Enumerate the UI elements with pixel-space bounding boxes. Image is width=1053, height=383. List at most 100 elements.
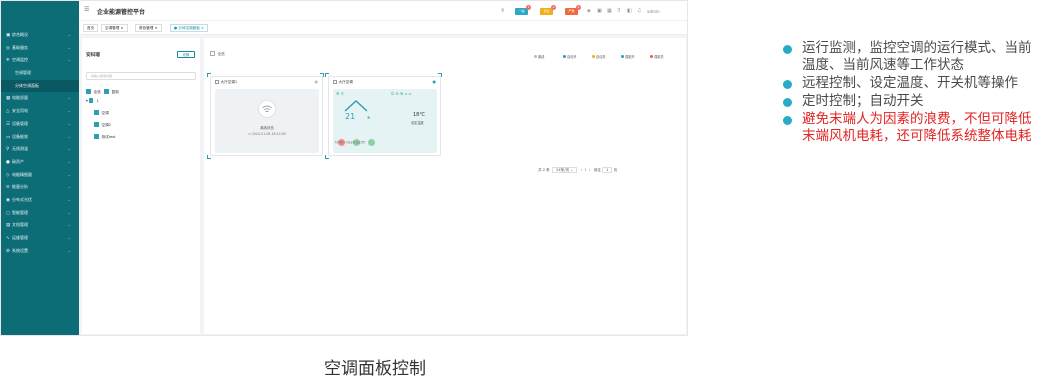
offline-status-text: 离线状态 [260, 126, 274, 130]
note-text: 定时控制；自动开关 [802, 93, 924, 109]
legend-item: 自动开 [563, 54, 577, 59]
chevron-down-icon: ⌄ [67, 108, 71, 114]
alarm-badge-critical[interactable]: 严重 0 [565, 5, 581, 15]
sidebar-item-label: 安全用电 [12, 108, 28, 114]
eye-icon[interactable]: ◈ [587, 8, 591, 14]
power-icons[interactable]: ⏻ ⊖ ✲ ▫ ▫ [391, 91, 411, 96]
sidebar-item-label: 电能质量 [12, 95, 28, 101]
sidebar-item[interactable]: ◻ 智能管理 ⌄ [1, 207, 79, 220]
alarm-badge-urgent[interactable]: 紧急 0 [540, 5, 556, 15]
chevron-down-icon: ⌄ [67, 222, 71, 228]
main-select-all[interactable]: 全选 [210, 51, 225, 57]
bullet-dot [783, 116, 792, 125]
tree-node[interactable]: 空调2 [94, 122, 111, 128]
tree-node[interactable]: ▾ 1 [86, 98, 99, 103]
sidebar-item[interactable]: △ 安全用电 ⌄ [1, 105, 79, 118]
sidebar-item-label: 能量分析 [12, 184, 28, 190]
selection-corner [325, 155, 329, 159]
legend-dot [563, 55, 566, 58]
sidebar-item[interactable]: 空调管理 [1, 67, 79, 80]
user-name[interactable]: admin [647, 9, 660, 14]
sidebar-brand [1, 1, 79, 29]
device-tree-panel: 安科瑞 切换 请输入搜索内容 全选 复制 ▾ 1 空调 空调2 测试test [82, 38, 200, 334]
card-body: ⚙ ⚲ ⏻ ⊖ ✲ ▫ ▫ 21 ✻ 18℃ 设定温度 制冷模式 功能设置 高温… [333, 89, 437, 153]
copy-checkbox[interactable]: 复制 [104, 89, 119, 94]
chevron-down-icon: ⌄ [67, 146, 71, 152]
sidebar-item[interactable]: ● 碳资产 ⌄ [1, 156, 79, 169]
selection-corner [207, 73, 211, 77]
legend-item: 强制关 [650, 54, 664, 59]
screen-icon[interactable]: ▣ [597, 8, 602, 14]
sidebar-item[interactable]: ▤ 文档管理 ⌄ [1, 219, 79, 232]
selection-corner [438, 73, 442, 77]
chevron-down-icon: ⌄ [67, 32, 71, 37]
legend-label: 自动开 [567, 55, 577, 59]
search-icon[interactable]: ⚲ [501, 8, 505, 14]
chevron-down-icon: ⌄ [67, 44, 71, 50]
skin-icon[interactable]: ◧ [627, 8, 632, 14]
legend-dot [650, 55, 653, 58]
sidebar-item[interactable]: 分体空调面板 [1, 79, 79, 93]
tab-split-ac-panel[interactable]: ● 分体空调面板 × [170, 24, 208, 32]
card-body: 离线状态 ⊙ 2024-01-08 16:14:00 [215, 89, 319, 153]
fan-icon: ✻ [367, 115, 371, 120]
grid-icon[interactable]: ▦ [607, 8, 612, 14]
sidebar-item[interactable]: ☰ 设备管理 ⌄ [1, 118, 79, 131]
sidebar-item[interactable]: ∿ 运维管理 ⌄ [1, 232, 79, 245]
slide: ▣ 综合概况 ⌄ ◎ 基础服务 ⌄ ❄ 空调监控 ⌄ 空调管理 分体空调面板 ▦ 电能质量 ⌄ △ 安全用电 ⌄… [0, 0, 1053, 383]
card-title: 大厅空调 [333, 80, 353, 85]
status-time: ⊙ 2024-01-08 16:14:00 [248, 132, 286, 136]
tab-role-management[interactable]: 角色管理 × [135, 24, 162, 32]
chevron-down-icon: ⌄ [67, 120, 71, 126]
wifi-offline-icon [258, 100, 276, 118]
sidebar-item[interactable]: ❄ 空调监控 ⌄ [1, 54, 79, 67]
tree-search-input[interactable]: 请输入搜索内容 [86, 72, 196, 80]
sidebar-item[interactable]: ⚙ 系统设置 ⌄ [1, 245, 79, 258]
sidebar-item[interactable]: ◉ 分布式光伏 ⌄ [1, 194, 79, 207]
page-number[interactable]: 1 [584, 168, 586, 172]
apps-icon[interactable]: ⠿ [617, 8, 621, 14]
ac-card-offline[interactable]: 大厅空调1 ● 离线状态 ⊙ 2024-01-08 16:14:00 [210, 76, 323, 156]
sidebar-item-label: 运维管理 [12, 235, 28, 240]
sidebar-item[interactable]: ≡ 能量分析 ⌄ [1, 181, 79, 194]
chevron-down-icon: ⌄ [67, 184, 71, 190]
sidebar-item[interactable]: ◎ 基础服务 ⌄ [1, 42, 79, 55]
tree-node[interactable]: 测试test [94, 134, 116, 140]
app-screenshot: ▣ 综合概况 ⌄ ◎ 基础服务 ⌄ ❄ 空调监控 ⌄ 空调管理 分体空调面板 ▦ 电能质量 ⌄ △ 安全用电 ⌄… [0, 0, 688, 336]
tree-node[interactable]: 空调 [94, 110, 109, 116]
page-size-select[interactable]: 24条/页 ⌄ [552, 167, 578, 173]
note-text: 运行监测，监控空调的运行模式、当前温度、当前风速等工作状态 [802, 40, 1032, 73]
sidebar-item-label: 综合概况 [12, 32, 28, 37]
tab-home[interactable]: 首页 [83, 24, 99, 32]
switch-button[interactable]: 切换 [177, 51, 195, 58]
goto-page-input[interactable]: 1 [602, 167, 613, 173]
status-dot-icon: ● [314, 79, 319, 84]
sidebar-item[interactable]: ◇ 电能精细量 ⌄ [1, 169, 79, 182]
legend-label: 强制开 [625, 55, 635, 59]
menu-toggle-icon[interactable]: ☰ [84, 6, 89, 13]
bullet-dot [783, 98, 792, 107]
bell-icon[interactable]: ♫ [637, 8, 641, 14]
ac-panel-area: 全选 离线 自动开 自动关 强制开 强制关 大厅空调1 ● 离线状态 ⊙ 2024-01… [204, 38, 686, 334]
note-text: 避免末端人为因素的浪费，不但可降低末端风机电耗，还可降低系统整体电耗 [802, 111, 1032, 144]
prev-page-button[interactable]: ‹ [581, 168, 582, 172]
sidebar-item[interactable]: ▭ 设备能效 ⌄ [1, 131, 79, 144]
note-item: 远程控制、设定温度、开关机等操作 [782, 75, 1044, 92]
sidebar-item[interactable]: ▦ 电能质量 ⌄ [1, 92, 79, 105]
legend-label: 离线 [538, 55, 545, 59]
total-count: 共 2 条 [538, 168, 550, 172]
high-temp-warning-button[interactable] [368, 139, 376, 146]
note-item: 避免末端人为因素的浪费，不但可降低末端风机电耗，还可降低系统整体电耗 [782, 111, 1044, 145]
ac-card-online[interactable]: 大厅空调 ● ⚙ ⚲ ⏻ ⊖ ✲ ▫ ▫ 21 ✻ 18℃ 设定温度 制冷模式 … [328, 76, 441, 156]
chevron-down-icon: ⌄ [67, 247, 71, 253]
sidebar-item[interactable]: ⚲ 无线测温 ⌄ [1, 143, 79, 156]
set-temperature-label: 设定温度 [411, 121, 424, 125]
sidebar-item-label: 基础服务 [12, 44, 28, 50]
tab-ac-management[interactable]: 空调管理 × [101, 24, 128, 32]
legend-label: 自动关 [596, 55, 606, 59]
select-all-checkbox[interactable]: 全选 [86, 89, 101, 94]
alarm-badge-normal[interactable]: 一般 0 [515, 5, 531, 15]
next-page-button[interactable]: › [589, 168, 590, 172]
legend-item: 离线 [534, 54, 544, 59]
sidebar-item[interactable]: ▣ 综合概况 ⌄ [1, 29, 79, 42]
